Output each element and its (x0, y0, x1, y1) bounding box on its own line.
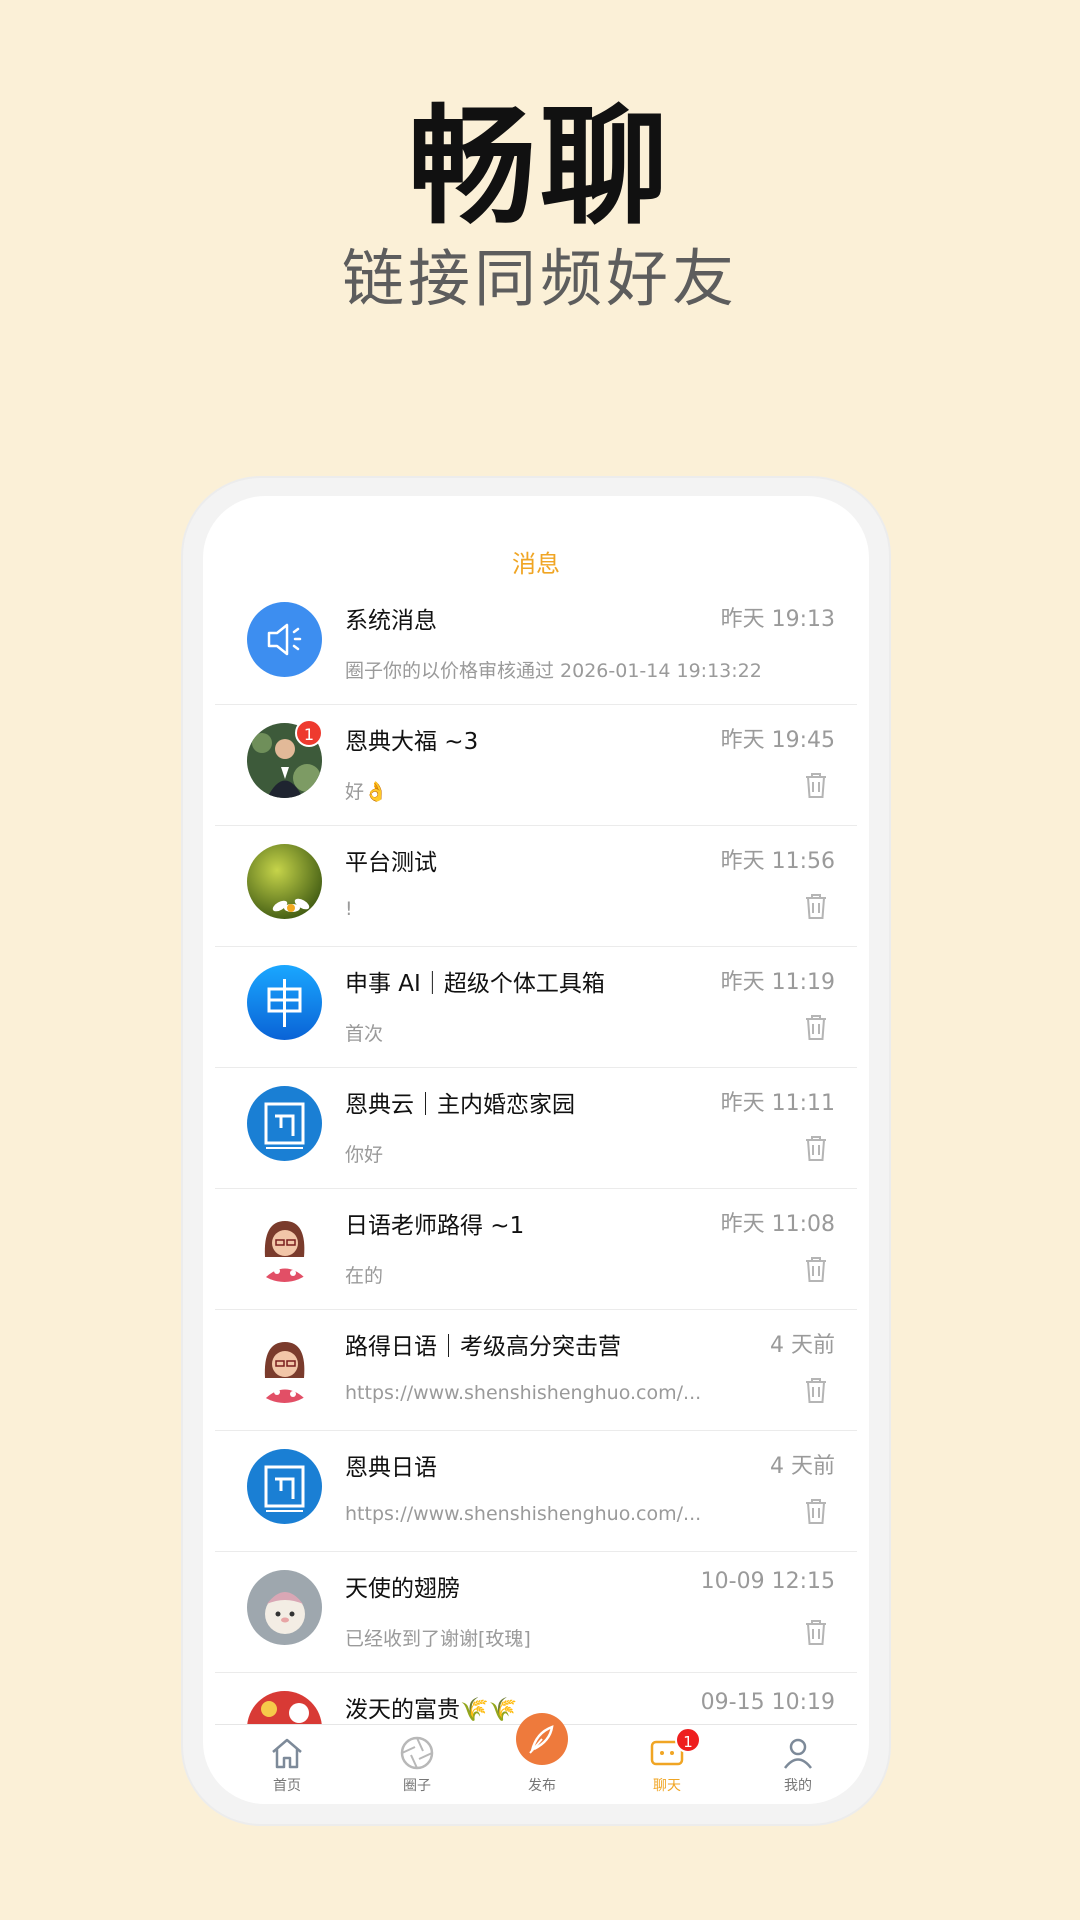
tab-label: 聊天 (653, 1778, 681, 1794)
conversation-name: 申事 AI｜超级个体工具箱 (345, 971, 605, 997)
endian-logo (247, 1449, 322, 1524)
feather-icon (529, 1725, 554, 1754)
avatar (247, 1207, 322, 1282)
speaker-icon (247, 602, 322, 677)
conversation-preview: 你好 (345, 1144, 384, 1166)
conversation-row[interactable]: 平台测试 昨天 11:56 ! (215, 826, 857, 947)
conversation-name: 系统消息 (345, 608, 437, 634)
conversation-time: 昨天 11:08 (720, 1212, 835, 1237)
trash-icon[interactable] (803, 1617, 829, 1647)
chat-badge: 1 (675, 1727, 701, 1753)
promo-subheadline: 链接同频好友 (341, 242, 738, 315)
conversation-time: 昨天 11:11 (720, 1091, 835, 1116)
conversation-name: 恩典日语 (345, 1455, 437, 1481)
shen-logo (247, 965, 322, 1040)
conversation-preview: 首次 (345, 1023, 384, 1045)
conversation-row[interactable]: 日语老师路得 ~1 昨天 11:08 在的 (215, 1189, 857, 1310)
tab-chat[interactable]: 1 聊天 (627, 1727, 707, 1795)
conversation-name: 平台测试 (345, 850, 437, 876)
tab-circle[interactable]: 圈子 (377, 1733, 457, 1795)
trash-icon[interactable] (803, 770, 829, 800)
screen-title: 消息 (512, 550, 560, 578)
avatar (247, 1328, 322, 1403)
avatar (247, 1570, 322, 1645)
home-icon (272, 1738, 302, 1769)
trash-icon[interactable] (803, 1254, 829, 1284)
tab-publish[interactable]: 发布 (502, 1713, 582, 1795)
conversation-time: 昨天 11:56 (720, 849, 835, 874)
conversation-row[interactable]: 恩典日语 4 天前 https://www.shenshishenghuo.co… (215, 1431, 857, 1552)
trash-icon[interactable] (803, 1496, 829, 1526)
phone-frame: 消息 系统消息 昨天 19:13 圈子你的以价格审核通过 2026-01-14 … (183, 478, 889, 1824)
endian-logo (247, 1086, 322, 1161)
conversation-time: 10-09 12:15 (700, 1569, 835, 1594)
bottom-tab-bar: 首页 圈子 发布 1 聊天 我的 (215, 1713, 857, 1804)
conversation-row[interactable]: 恩典云｜主内婚恋家园 昨天 11:11 你好 (215, 1068, 857, 1189)
conversation-time: 4 天前 (770, 1333, 835, 1358)
unread-badge: 1 (295, 719, 323, 747)
tab-home[interactable]: 首页 (247, 1733, 327, 1795)
conversation-name: 天使的翅膀 (345, 1576, 460, 1602)
conversation-preview: 已经收到了谢谢[玫瑰] (345, 1628, 531, 1650)
conversation-time: 昨天 19:13 (720, 607, 835, 632)
tab-me[interactable]: 我的 (758, 1733, 838, 1795)
conversation-list: 系统消息 昨天 19:13 圈子你的以价格审核通过 2026-01-14 19:… (203, 584, 869, 1794)
trash-icon[interactable] (803, 1375, 829, 1405)
avatar (247, 844, 322, 919)
conversation-name: 恩典大福 ~3 (345, 729, 479, 755)
publish-button[interactable] (516, 1713, 568, 1765)
conversation-preview: https://www.shenshishenghuo.com/... (345, 1382, 702, 1404)
conversation-preview: 圈子你的以价格审核通过 2026-01-14 19:13:22 (345, 660, 762, 682)
tab-label: 发布 (528, 1778, 556, 1794)
tab-label: 首页 (273, 1778, 301, 1794)
trash-icon[interactable] (803, 1133, 829, 1163)
conversation-row[interactable]: 系统消息 昨天 19:13 圈子你的以价格审核通过 2026-01-14 19:… (215, 584, 857, 705)
conversation-preview: https://www.shenshishenghuo.com/... (345, 1503, 702, 1525)
conversation-preview: ! (345, 898, 353, 920)
trash-icon[interactable] (803, 891, 829, 921)
conversation-row[interactable]: 1 恩典大福 ~3 昨天 19:45 好👌 (215, 705, 857, 826)
conversation-row[interactable]: 申事 AI｜超级个体工具箱 昨天 11:19 首次 (215, 947, 857, 1068)
aperture-icon (400, 1736, 434, 1770)
conversation-preview: 在的 (345, 1265, 384, 1287)
conversation-time: 4 天前 (770, 1454, 835, 1479)
user-icon (784, 1738, 812, 1769)
conversation-time: 昨天 11:19 (720, 970, 835, 995)
tab-label: 圈子 (403, 1778, 431, 1794)
conversation-time: 昨天 19:45 (720, 728, 835, 753)
conversation-preview: 好👌 (345, 781, 388, 803)
trash-icon[interactable] (803, 1012, 829, 1042)
phone-screen: 消息 系统消息 昨天 19:13 圈子你的以价格审核通过 2026-01-14 … (203, 496, 869, 1804)
conversation-name: 泼天的富贵🌾🌾 (345, 1697, 518, 1723)
promo-headline: 畅聊 (407, 93, 672, 242)
conversation-time: 09-15 10:19 (700, 1690, 835, 1715)
conversation-row[interactable]: 路得日语｜考级高分突击营 4 天前 https://www.shenshishe… (215, 1310, 857, 1431)
conversation-name: 日语老师路得 ~1 (345, 1213, 525, 1239)
conversation-row[interactable]: 天使的翅膀 10-09 12:15 已经收到了谢谢[玫瑰] (215, 1552, 857, 1673)
tab-label: 我的 (784, 1778, 812, 1794)
conversation-name: 路得日语｜考级高分突击营 (345, 1334, 621, 1360)
conversation-name: 恩典云｜主内婚恋家园 (345, 1092, 575, 1118)
